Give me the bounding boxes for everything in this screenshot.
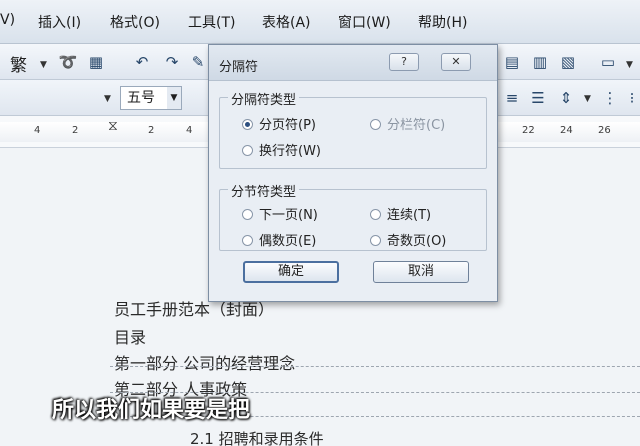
font-size-value: 五号 (127, 90, 155, 106)
doc-line-2-1: 2.1 招聘和录用条件 (190, 430, 324, 446)
radio-label: 下一页(N) (259, 208, 318, 223)
comment-icon[interactable]: ▭ (596, 50, 620, 74)
font-dropdown-icon[interactable]: ▼ (104, 94, 111, 104)
numbering-icon[interactable]: ⋮ (598, 86, 622, 110)
traditional-chinese-button[interactable]: 繁 (10, 51, 27, 76)
radio-continuous[interactable]: 连续(T) (370, 204, 431, 223)
radio-page-break[interactable]: 分页符(P) (242, 114, 316, 133)
radio-label: 分栏符(C) (387, 118, 446, 133)
ruler-tick: 4 (34, 125, 41, 136)
section-type-legend: 分节符类型 (228, 181, 300, 200)
radio-icon (242, 235, 253, 246)
break-type-group: 分隔符类型 分页符(P) 分栏符(C) 换行符(W) (219, 89, 487, 169)
menu-view[interactable]: V) (0, 12, 15, 28)
table-icon[interactable]: ▤ (500, 50, 524, 74)
ruler-tick: 2 (72, 125, 79, 136)
indent-marker-icon[interactable]: ⧖ (108, 118, 118, 134)
break-dialog: 分隔符 ? ✕ 分隔符类型 分页符(P) 分栏符(C) 换行符(W) 分节符类型… (208, 44, 498, 302)
radio-label: 奇数页(O) (387, 234, 447, 249)
radio-line-break[interactable]: 换行符(W) (242, 140, 321, 159)
cancel-button[interactable]: 取消 (373, 261, 469, 283)
close-button[interactable]: ✕ (441, 53, 471, 71)
radio-icon (370, 235, 381, 246)
translate-icon[interactable]: ➰ (56, 50, 80, 74)
menu-insert[interactable]: 插入(I) (38, 12, 81, 32)
menu-format[interactable]: 格式(O) (110, 12, 160, 32)
menu-table[interactable]: 表格(A) (262, 12, 311, 32)
radio-icon (242, 145, 253, 156)
distributed-align-icon[interactable]: ☰ (526, 86, 550, 110)
section-type-group: 分节符类型 下一页(N) 连续(T) 偶数页(E) 奇数页(O) (219, 181, 487, 251)
radio-selected-icon (242, 119, 253, 130)
columns-icon[interactable]: ▥ (528, 50, 552, 74)
undo-icon[interactable]: ↶ (130, 50, 154, 74)
ruler-tick: 2 (148, 125, 155, 136)
toc-leader (110, 366, 640, 367)
chevron-down-icon[interactable]: ▼ (626, 60, 633, 70)
line-spacing-icon[interactable]: ⇕ (554, 86, 578, 110)
align-justify-icon[interactable]: ≡ (500, 86, 524, 110)
menu-bar: V) 插入(I) 格式(O) 工具(T) 表格(A) 窗口(W) 帮助(H) (0, 0, 640, 44)
ruler-tick: 22 (522, 125, 535, 136)
chevron-down-icon[interactable]: ▼ (584, 94, 591, 104)
dialog-title: 分隔符 (219, 60, 259, 75)
font-size-select[interactable]: 五号 ▼ (120, 86, 182, 110)
ruler-tick: 26 (598, 125, 611, 136)
research-icon[interactable]: ▦ (84, 50, 108, 74)
ruler-tick: 4 (186, 125, 193, 136)
radio-column-break[interactable]: 分栏符(C) (370, 114, 445, 133)
format-painter-icon[interactable]: ✎ (186, 50, 210, 74)
menu-help[interactable]: 帮助(H) (418, 12, 467, 32)
radio-label: 连续(T) (387, 208, 432, 223)
doc-line-part1: 第一部分 公司的经营理念 (114, 354, 296, 373)
ok-button[interactable]: 确定 (243, 261, 339, 283)
radio-even-page[interactable]: 偶数页(E) (242, 230, 316, 249)
radio-label: 换行符(W) (259, 144, 321, 159)
radio-next-page[interactable]: 下一页(N) (242, 204, 318, 223)
help-button[interactable]: ? (389, 53, 419, 71)
drawing-icon[interactable]: ▧ (556, 50, 580, 74)
break-type-legend: 分隔符类型 (228, 89, 300, 108)
dialog-titlebar[interactable]: 分隔符 ? ✕ (209, 45, 497, 81)
radio-odd-page[interactable]: 奇数页(O) (370, 230, 446, 249)
radio-icon (370, 119, 381, 130)
radio-label: 偶数页(E) (259, 234, 317, 249)
menu-window[interactable]: 窗口(W) (338, 12, 391, 32)
ruler-tick: 24 (560, 125, 573, 136)
radio-label: 分页符(P) (259, 118, 316, 133)
redo-icon[interactable]: ↷ (160, 50, 184, 74)
chevron-down-icon[interactable]: ▼ (167, 87, 181, 109)
video-subtitle: 所以我们如果要是把 (52, 398, 251, 423)
doc-line-toc: 目录 (114, 328, 147, 347)
radio-icon (242, 209, 253, 220)
bullets-icon[interactable]: ⁝ (620, 86, 640, 110)
radio-icon (370, 209, 381, 220)
chevron-down-icon[interactable]: ▼ (40, 60, 47, 70)
menu-tools[interactable]: 工具(T) (188, 12, 235, 32)
